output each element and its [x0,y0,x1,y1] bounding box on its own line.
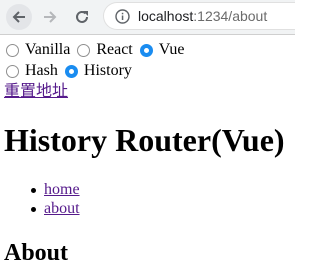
radio-history[interactable] [64,64,78,78]
nav-link-about[interactable]: about [44,200,80,218]
url-host: localhost [138,8,194,24]
forward-button[interactable] [37,4,63,30]
nav-link-home[interactable]: home [44,181,80,199]
section-title: About [4,240,69,266]
bullet [31,207,36,212]
framework-radio-group: Vanilla React Vue [5,41,190,59]
url-text: localhost:1234/about [138,8,267,24]
radio-label-vue: Vue [158,41,185,58]
page-title: History Router(Vue) [4,122,285,158]
bullet [31,188,36,193]
radio-label-hash: Hash [25,62,58,79]
radio-vanilla[interactable] [6,43,19,57]
forward-arrow-icon [44,11,57,23]
back-arrow-icon [12,11,25,23]
address-bar[interactable]: localhost:1234/about [103,2,295,30]
page-content: Vanilla React Vue Hash History 重置地址 Hist… [0,35,295,269]
radio-label-history: History [83,62,132,79]
radio-label-vanilla: Vanilla [25,41,71,58]
browser-toolbar: localhost:1234/about [0,0,295,34]
radio-hash[interactable] [6,64,19,78]
reset-address-link[interactable]: 重置地址 [4,83,68,101]
radio-vue[interactable] [139,43,153,57]
reload-button[interactable] [69,4,95,30]
reload-icon [76,10,88,23]
radio-label-react: React [96,41,133,58]
back-button[interactable] [6,4,32,30]
router-mode-radio-group: Hash History [5,62,138,80]
radio-react[interactable] [77,43,91,57]
url-path: :1234/about [193,8,268,24]
info-icon[interactable] [115,9,130,24]
